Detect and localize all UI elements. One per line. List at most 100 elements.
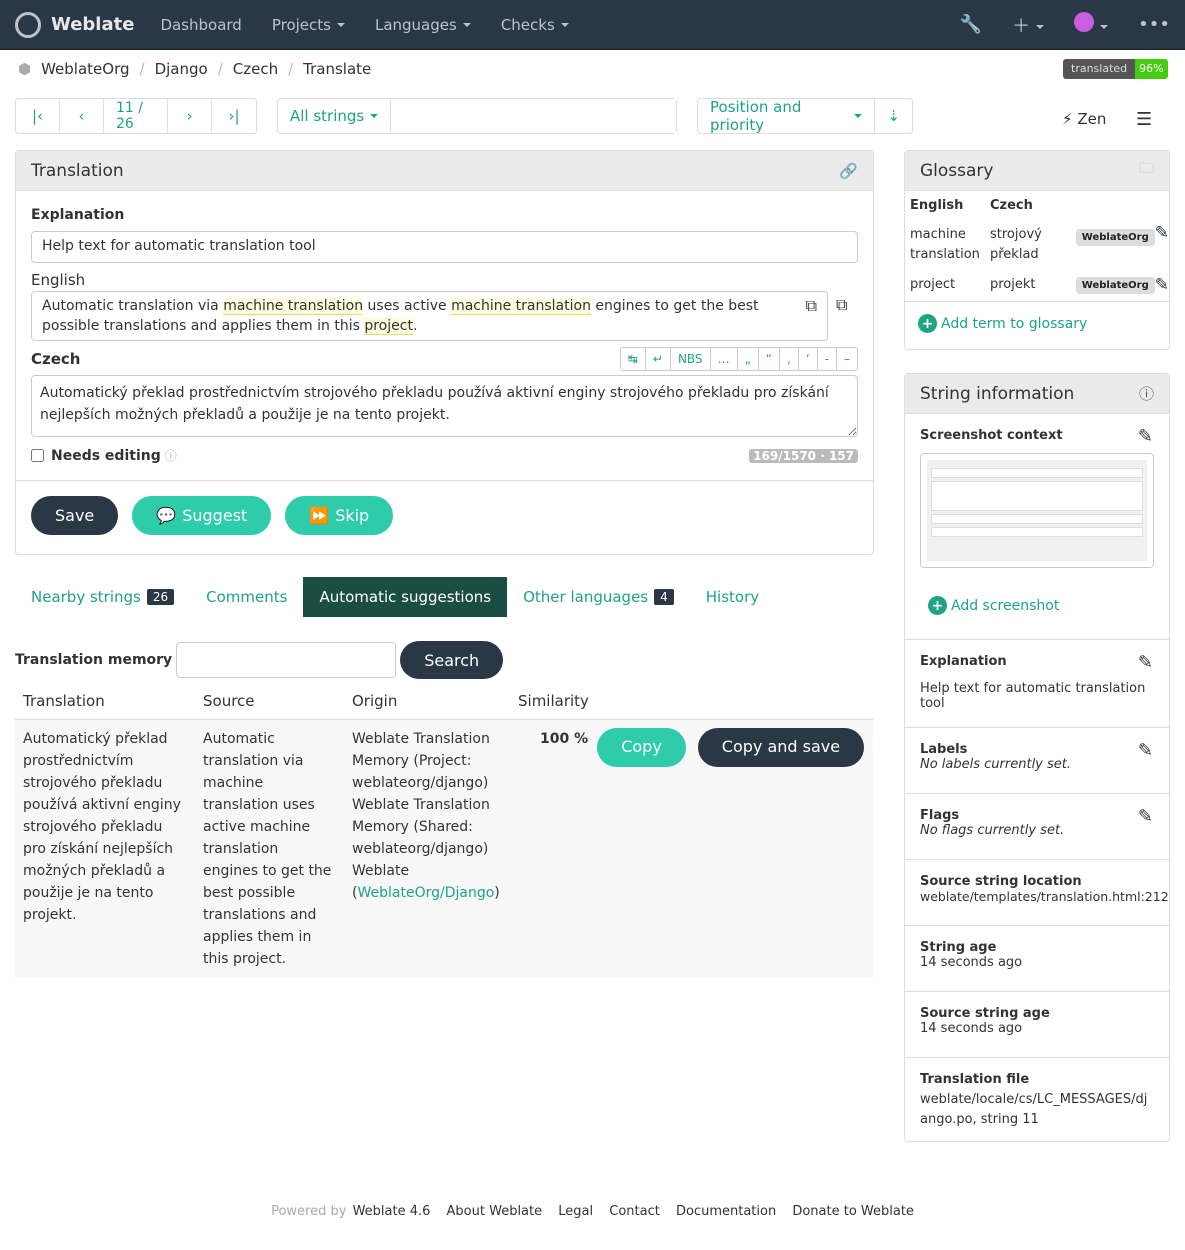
needs-editing-checkbox[interactable] [31, 449, 44, 462]
project-chip: WeblateOrg [1075, 276, 1155, 294]
nav-checks[interactable]: Checks [501, 16, 569, 34]
filter-dropdown[interactable]: All strings [278, 99, 392, 133]
breadcrumb-component[interactable]: Django [155, 60, 208, 78]
navbar: Weblate Dashboard Projects Languages Che… [0, 0, 1185, 50]
special-char-button[interactable]: ‘ [797, 348, 817, 370]
edit-screenshot-icon[interactable]: ✎ [1138, 426, 1153, 447]
tab-comments[interactable]: Comments [190, 577, 303, 617]
memory-search: Translation memory Search [15, 641, 504, 679]
special-char-button[interactable]: NBS [669, 348, 710, 370]
tab-automatic-suggestions[interactable]: Automatic suggestions [303, 577, 508, 617]
special-char-button[interactable]: ↹ [621, 348, 645, 370]
first-button[interactable]: |‹ [16, 99, 60, 133]
info-translation-file: Translation file weblate/locale/cs/LC_MES… [905, 1057, 1169, 1144]
suggest-button[interactable]: 💬 Suggest [132, 496, 272, 535]
footer-legal[interactable]: Legal [558, 1204, 593, 1219]
add-menu-icon[interactable]: ＋ [1012, 12, 1044, 38]
nav-dashboard[interactable]: Dashboard [160, 16, 241, 34]
target-label: Czech [31, 350, 81, 368]
info-icon[interactable]: ⓘ [165, 447, 177, 464]
footer: Powered by Weblate 4.6 About Weblate Leg… [271, 1204, 914, 1219]
breadcrumb: ⬢ WeblateOrg / Django / Czech / Translate [18, 60, 372, 78]
clone-source-icon[interactable]: ⧉ [836, 295, 847, 341]
explanation-label: Explanation [31, 207, 125, 223]
table-row: Automatický překlad prostřednictvím stro… [15, 719, 873, 978]
translation-textarea[interactable]: Automatický překlad prostřednictvím stro… [31, 375, 858, 437]
special-char-button[interactable]: - [816, 348, 836, 370]
screenshot-thumbnail[interactable] [920, 453, 1154, 568]
zen-button[interactable]: ⚡ Zen [1062, 110, 1106, 128]
project-chip: WeblateOrg [1075, 229, 1155, 246]
memory-search-input[interactable] [176, 642, 397, 678]
info-source-age: Source string age 14 seconds ago [905, 991, 1169, 1057]
add-term-button[interactable]: + Add term to glossary [905, 302, 1169, 345]
edit-labels-icon[interactable]: ✎ [1138, 740, 1153, 761]
user-menu[interactable] [1074, 12, 1108, 37]
special-char-button[interactable]: “ [757, 348, 779, 370]
copy-and-save-button[interactable]: Copy and save [697, 727, 865, 767]
translated-badge[interactable]: translated 96% [1063, 59, 1168, 79]
memory-search-button[interactable]: Search [400, 641, 504, 679]
footer-donate[interactable]: Donate to Weblate [792, 1204, 914, 1219]
copy-icon[interactable]: ⧉ [806, 296, 817, 316]
link-icon[interactable]: 🔗 [839, 162, 858, 180]
source-string: Automatic translation via machine transl… [31, 291, 828, 341]
tab-history[interactable]: History [690, 577, 775, 617]
plus-circle-icon: + [928, 596, 947, 615]
skip-button[interactable]: ⏩ Skip [285, 496, 394, 535]
copy-button[interactable]: Copy [597, 727, 686, 767]
translation-panel: Translation 🔗 Explanation Help text for a… [15, 150, 874, 555]
special-char-button[interactable]: – [836, 348, 857, 370]
position-indicator: 11 / 26 [104, 99, 168, 133]
save-button[interactable]: Save [31, 496, 119, 535]
special-char-button[interactable]: ‚ [779, 348, 798, 370]
edit-explanation-icon[interactable]: ✎ [1138, 652, 1153, 673]
project-icon: ⬢ [18, 60, 32, 78]
settings-sliders-icon[interactable]: ☰ [1136, 109, 1152, 130]
special-char-button[interactable]: … [709, 348, 737, 370]
info-flags: Flags ✎ No flags currently set. [905, 793, 1169, 859]
info-labels: Labels ✎ No labels currently set. [905, 727, 1169, 793]
tab-other-languages[interactable]: Other languages 4 [507, 577, 690, 617]
footer-about[interactable]: About Weblate [447, 1204, 543, 1219]
special-char-button[interactable]: „ [736, 348, 758, 370]
nav-projects[interactable]: Projects [272, 16, 345, 34]
brand[interactable]: Weblate [15, 11, 134, 38]
search-input[interactable] [391, 99, 676, 133]
glossary-highlight[interactable]: machine translation [451, 298, 591, 315]
footer-documentation[interactable]: Documentation [676, 1204, 776, 1219]
tab-nearby-strings[interactable]: Nearby strings 26 [15, 577, 190, 617]
info-icon[interactable]: ⓘ [1139, 383, 1154, 404]
nav-languages[interactable]: Languages [375, 16, 471, 34]
footer-version[interactable]: Weblate 4.6 [353, 1204, 431, 1219]
special-char-button[interactable]: ↵ [644, 348, 670, 370]
edit-flags-icon[interactable]: ✎ [1138, 806, 1153, 827]
more-icon[interactable]: ••• [1138, 14, 1170, 35]
string-navigation: |‹ ‹ 11 / 26 › ›| [15, 98, 257, 134]
edit-term-icon[interactable]: ✎ [1155, 221, 1169, 269]
info-explanation: Explanation ✎ Help text for automatic tran… [905, 639, 1169, 727]
needs-editing-label: Needs editing [51, 447, 161, 464]
footer-contact[interactable]: Contact [609, 1204, 660, 1219]
info-source-location: Source string location weblate/templates/… [905, 859, 1169, 925]
glossary-term: project projekt WeblateOrg ✎ [905, 269, 1169, 302]
glossary-panel: Glossary 🗀 English Czech machine translati… [904, 150, 1170, 350]
add-screenshot-button[interactable]: + Add screenshot [928, 596, 1154, 615]
avatar [1074, 12, 1095, 32]
glossary-search-icon[interactable]: 🗀 [1139, 158, 1154, 183]
glossary-highlight[interactable]: project [364, 318, 413, 335]
info-string-age: String age 14 seconds ago [905, 925, 1169, 991]
sort-dropdown[interactable]: Position and priority [698, 98, 876, 134]
panel-title: Translation [31, 160, 124, 181]
sort-direction-icon[interactable]: ⇣ [875, 99, 912, 133]
last-button[interactable]: ›| [212, 99, 256, 133]
glossary-highlight[interactable]: machine translation [223, 298, 364, 315]
wrench-icon[interactable]: 🔧 [960, 14, 982, 35]
origin-link[interactable]: WeblateOrg/Django [357, 885, 494, 901]
breadcrumb-language[interactable]: Czech [233, 60, 278, 78]
weblate-logo-icon [15, 11, 41, 38]
next-button[interactable]: › [168, 99, 212, 133]
prev-button[interactable]: ‹ [60, 99, 104, 133]
breadcrumb-project[interactable]: WeblateOrg [41, 60, 129, 78]
edit-term-icon[interactable]: ✎ [1155, 269, 1169, 302]
